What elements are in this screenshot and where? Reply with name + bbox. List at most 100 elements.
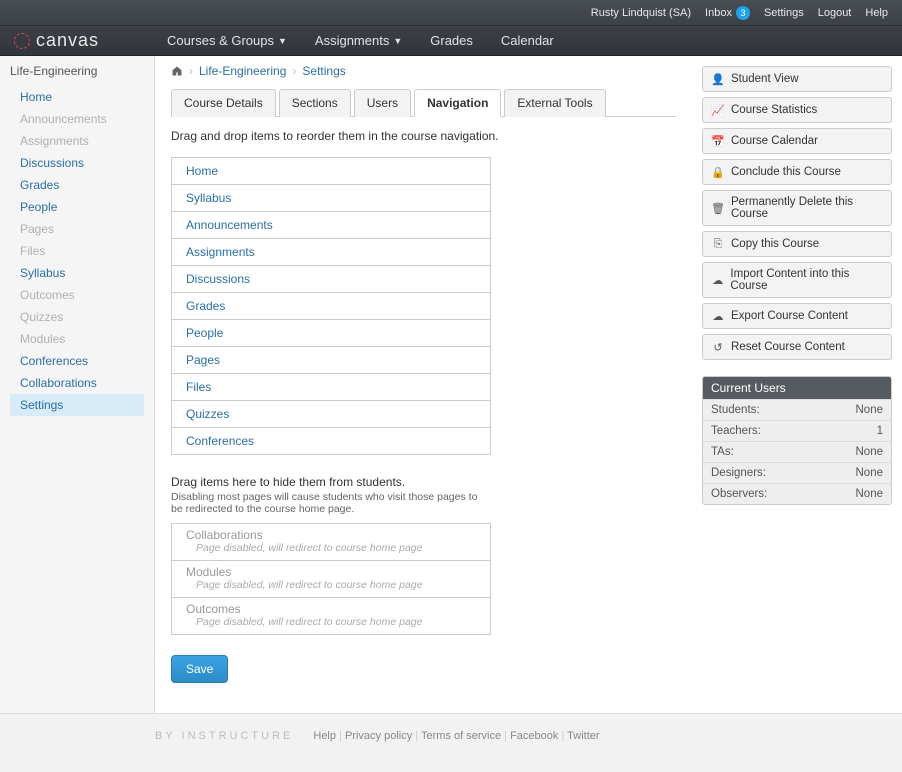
reset-icon: ↺ xyxy=(711,340,725,354)
user-count: 1 xyxy=(877,425,883,437)
nav-item-conferences[interactable]: Conferences xyxy=(172,428,490,455)
action-label: Conclude this Course xyxy=(731,166,841,178)
nav-assignments[interactable]: Assignments▼ xyxy=(315,33,402,48)
sidebar-item-quizzes[interactable]: Quizzes xyxy=(10,306,144,328)
action-copy-this-course[interactable]: ⎘Copy this Course xyxy=(702,231,892,257)
breadcrumb-sep: › xyxy=(292,64,296,78)
hide-instruction: Drag items here to hide them from studen… xyxy=(171,475,676,489)
current-users-panel: Current Users Students: None Teachers: 1 TAs… xyxy=(702,376,892,505)
nav-item-pages[interactable]: Pages xyxy=(172,347,490,374)
user-role: Teachers: xyxy=(711,425,761,437)
action-permanently-delete-this-course[interactable]: 🗑Permanently Delete this Course xyxy=(702,190,892,226)
student-view-icon: 👤 xyxy=(711,72,725,86)
nav-item-discussions[interactable]: Discussions xyxy=(172,266,490,293)
user-role: Students: xyxy=(711,404,760,416)
sidebar-item-home[interactable]: Home xyxy=(10,86,144,108)
tab-external-tools[interactable]: External Tools xyxy=(504,89,605,117)
disabled-item-title: Collaborations xyxy=(186,528,476,542)
calendar-icon: 📅 xyxy=(711,134,725,148)
logout-link[interactable]: Logout xyxy=(818,7,852,19)
nav-item-announcements[interactable]: Announcements xyxy=(172,212,490,239)
panel-title: Current Users xyxy=(703,377,891,399)
course-title[interactable]: Life-Engineering xyxy=(0,60,154,82)
footer-link-help[interactable]: Help xyxy=(313,730,336,742)
action-reset-course-content[interactable]: ↺ Reset Course Content xyxy=(702,334,892,360)
sidebar-item-people[interactable]: People xyxy=(10,196,144,218)
action-label: Course Statistics xyxy=(731,104,817,116)
save-button[interactable]: Save xyxy=(171,655,228,683)
sidebar-item-outcomes[interactable]: Outcomes xyxy=(10,284,144,306)
disabled-item-modules[interactable]: ModulesPage disabled, will redirect to c… xyxy=(172,561,490,598)
crumb-settings[interactable]: Settings xyxy=(302,64,345,78)
nav-calendar[interactable]: Calendar xyxy=(501,33,554,48)
action-conclude-this-course[interactable]: 🔒Conclude this Course xyxy=(702,159,892,185)
footer-link-facebook[interactable]: Facebook xyxy=(510,730,558,742)
user-count: None xyxy=(856,488,884,500)
action-student-view[interactable]: 👤Student View xyxy=(702,66,892,92)
right-column: 👤Student View 📈 Course Statistics 📅Course C… xyxy=(692,56,902,713)
stats-icon: 📈 xyxy=(711,103,725,117)
breadcrumb: › Life-Engineering › Settings xyxy=(171,64,676,78)
tab-sections[interactable]: Sections xyxy=(279,89,351,117)
hide-subtext: Disabling most pages will cause students… xyxy=(171,491,491,515)
inbox-link[interactable]: Inbox 3 xyxy=(705,6,750,20)
sidebar-item-pages[interactable]: Pages xyxy=(10,218,144,240)
sidebar-item-discussions[interactable]: Discussions xyxy=(10,152,144,174)
logo[interactable]: canvas xyxy=(14,30,99,51)
nav-item-assignments[interactable]: Assignments xyxy=(172,239,490,266)
disabled-item-subtext: Page disabled, will redirect to course h… xyxy=(186,542,476,554)
sidebar-item-syllabus[interactable]: Syllabus xyxy=(10,262,144,284)
footer-link-terms-of-service[interactable]: Terms of service xyxy=(421,730,501,742)
disabled-item-title: Modules xyxy=(186,565,476,579)
action-export-course-content[interactable]: ☁Export Course Content xyxy=(702,303,892,329)
action-label: Permanently Delete this Course xyxy=(731,196,883,220)
user-row-designers: Designers:None xyxy=(703,462,891,483)
sidebar-item-collaborations[interactable]: Collaborations xyxy=(10,372,144,394)
sidebar-item-announcements[interactable]: Announcements xyxy=(10,108,144,130)
breadcrumb-sep: › xyxy=(189,64,193,78)
enabled-nav-list[interactable]: HomeSyllabusAnnouncementsAssignmentsDisc… xyxy=(171,157,491,455)
nav-item-people[interactable]: People xyxy=(172,320,490,347)
sidebar-item-assignments[interactable]: Assignments xyxy=(10,130,144,152)
disabled-item-subtext: Page disabled, will redirect to course h… xyxy=(186,579,476,591)
disabled-item-collaborations[interactable]: CollaborationsPage disabled, will redire… xyxy=(172,524,490,561)
settings-link[interactable]: Settings xyxy=(764,7,804,19)
action-course-statistics[interactable]: 📈 Course Statistics xyxy=(702,97,892,123)
nav-item-syllabus[interactable]: Syllabus xyxy=(172,185,490,212)
user-row-observers: Observers: None xyxy=(703,483,891,504)
user-role: Observers: xyxy=(711,488,767,500)
nav-item-files[interactable]: Files xyxy=(172,374,490,401)
nav-item-home[interactable]: Home xyxy=(172,158,490,185)
sidebar-item-files[interactable]: Files xyxy=(10,240,144,262)
drag-instruction: Drag and drop items to reorder them in t… xyxy=(171,129,676,143)
tab-navigation[interactable]: Navigation xyxy=(414,89,501,117)
crumb-course[interactable]: Life-Engineering xyxy=(199,64,286,78)
action-label: Reset Course Content xyxy=(731,341,845,353)
user-name[interactable]: Rusty Lindquist (SA) xyxy=(591,7,691,19)
sidebar-item-modules[interactable]: Modules xyxy=(10,328,144,350)
nav-courses[interactable]: Courses & Groups▼ xyxy=(167,33,287,48)
nav-item-grades[interactable]: Grades xyxy=(172,293,490,320)
tab-users[interactable]: Users xyxy=(354,89,411,117)
disabled-item-outcomes[interactable]: OutcomesPage disabled, will redirect to … xyxy=(172,598,490,635)
home-icon[interactable] xyxy=(171,65,183,77)
nav-grades[interactable]: Grades xyxy=(430,33,473,48)
copy-icon: ⎘ xyxy=(711,237,725,251)
sidebar-item-grades[interactable]: Grades xyxy=(10,174,144,196)
action-course-calendar[interactable]: 📅Course Calendar xyxy=(702,128,892,154)
sidebar-item-settings[interactable]: Settings xyxy=(10,394,144,416)
chevron-down-icon: ▼ xyxy=(393,36,402,46)
help-link[interactable]: Help xyxy=(865,7,888,19)
action-import-content-into-this-course[interactable]: ☁Import Content into this Course xyxy=(702,262,892,298)
footer-link-privacy-policy[interactable]: Privacy policy xyxy=(345,730,412,742)
tab-course-details[interactable]: Course Details xyxy=(171,89,276,117)
user-row-tas: TAs:None xyxy=(703,441,891,462)
main-nav: canvas Courses & Groups▼ Assignments▼ Gr… xyxy=(0,26,902,56)
nav-item-quizzes[interactable]: Quizzes xyxy=(172,401,490,428)
disabled-nav-list[interactable]: CollaborationsPage disabled, will redire… xyxy=(171,523,491,635)
sidebar-item-conferences[interactable]: Conferences xyxy=(10,350,144,372)
disabled-item-subtext: Page disabled, will redirect to course h… xyxy=(186,616,476,628)
action-label: Export Course Content xyxy=(731,310,848,322)
user-row-teachers: Teachers: 1 xyxy=(703,420,891,441)
footer-link-twitter[interactable]: Twitter xyxy=(567,730,599,742)
